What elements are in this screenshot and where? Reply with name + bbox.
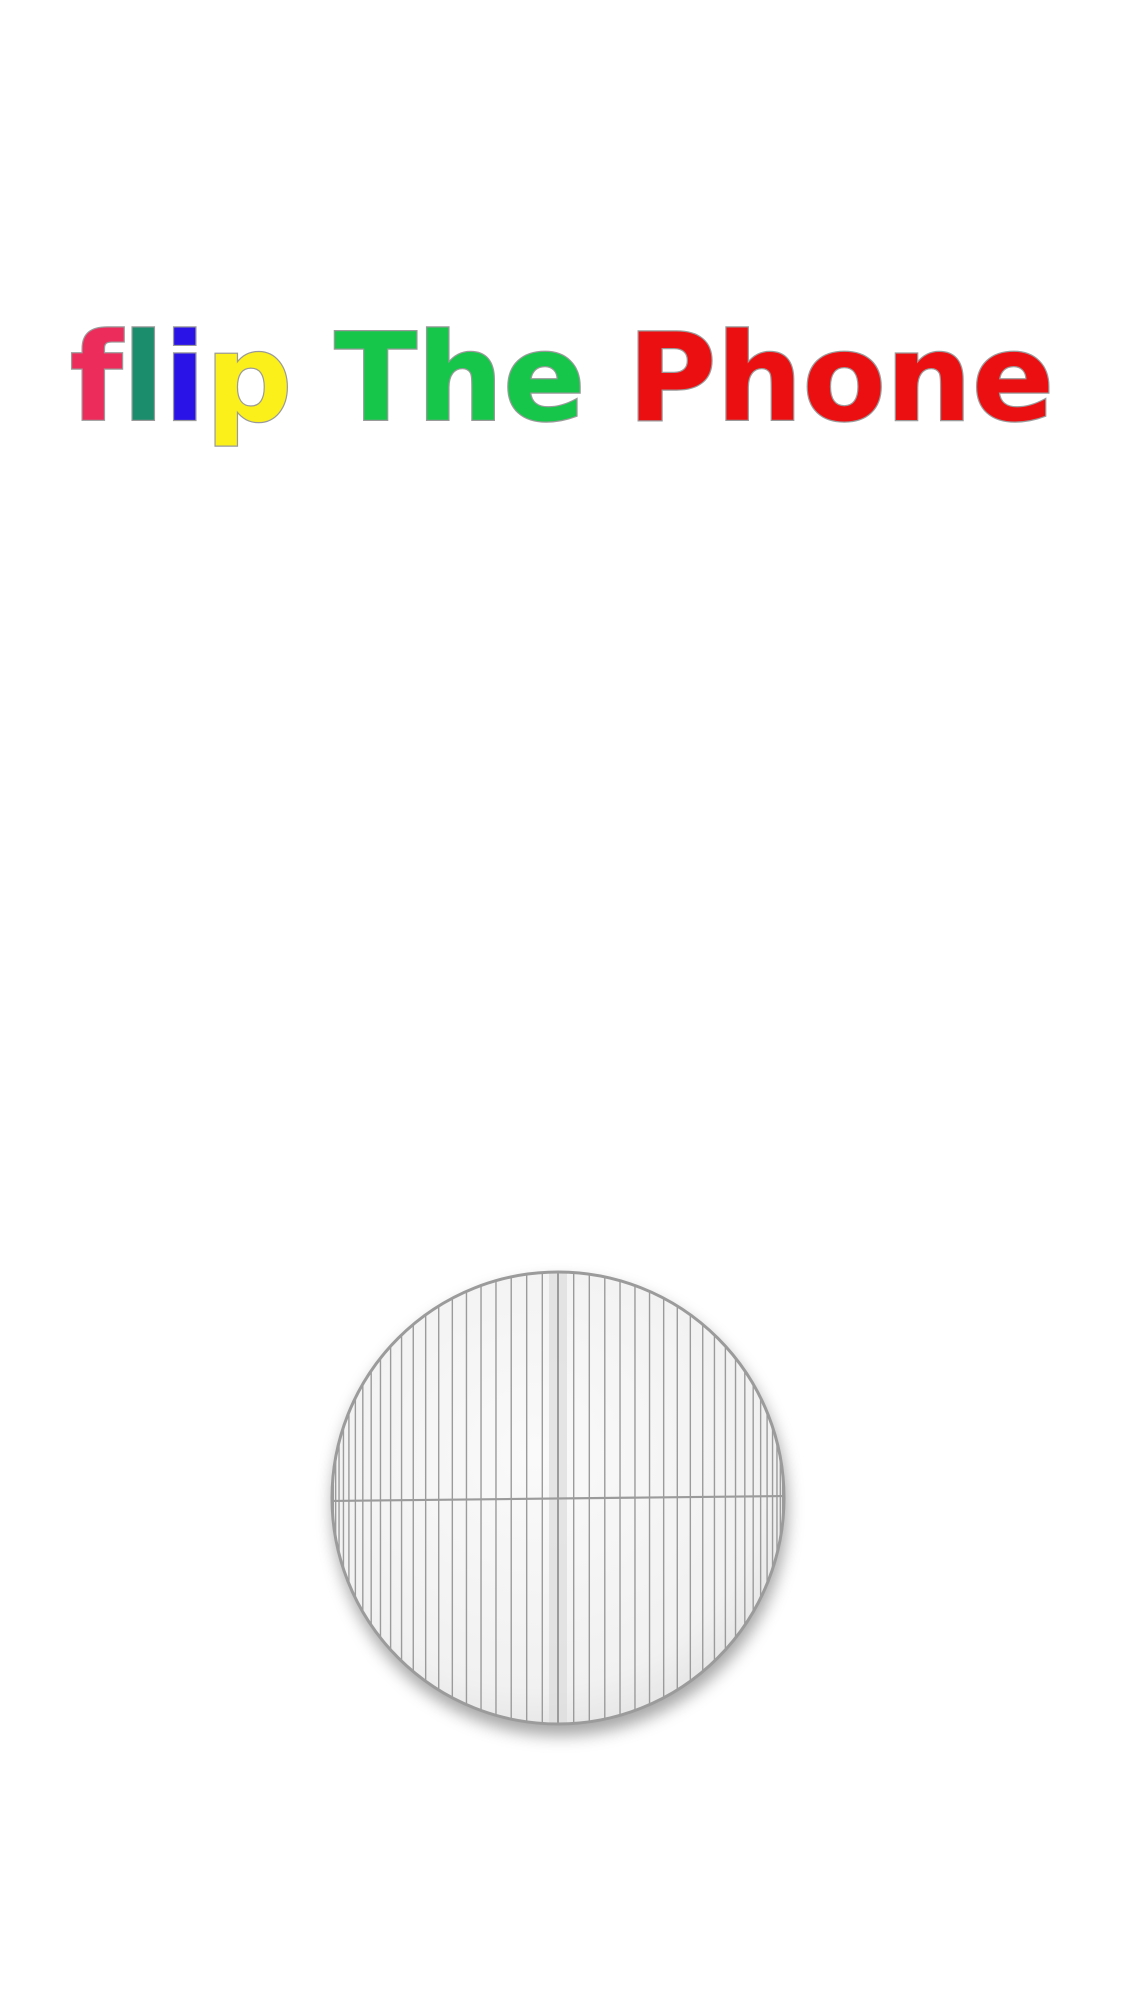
- title-letter: P: [628, 308, 717, 449]
- title-letter: i: [164, 308, 206, 449]
- title-letter: T: [334, 308, 417, 449]
- game-title-svg: flip The Phone: [69, 307, 1056, 450]
- title-letter: e: [972, 308, 1054, 449]
- title-letter: h: [417, 308, 503, 449]
- title-letter: f: [70, 308, 124, 449]
- game-title-text: flip The Phone: [70, 308, 1054, 449]
- title-letter: h: [716, 308, 802, 449]
- title-space: [585, 308, 627, 449]
- title-letter: o: [803, 308, 886, 449]
- ball-icon: [330, 1270, 786, 1726]
- game-title: flip The Phone: [0, 290, 1125, 490]
- title-letter: l: [123, 308, 165, 449]
- title-space: [292, 308, 334, 449]
- title-letter: e: [503, 308, 585, 449]
- ball-button[interactable]: [328, 1268, 796, 1736]
- title-letter: p: [206, 308, 293, 449]
- title-letter: n: [886, 308, 972, 449]
